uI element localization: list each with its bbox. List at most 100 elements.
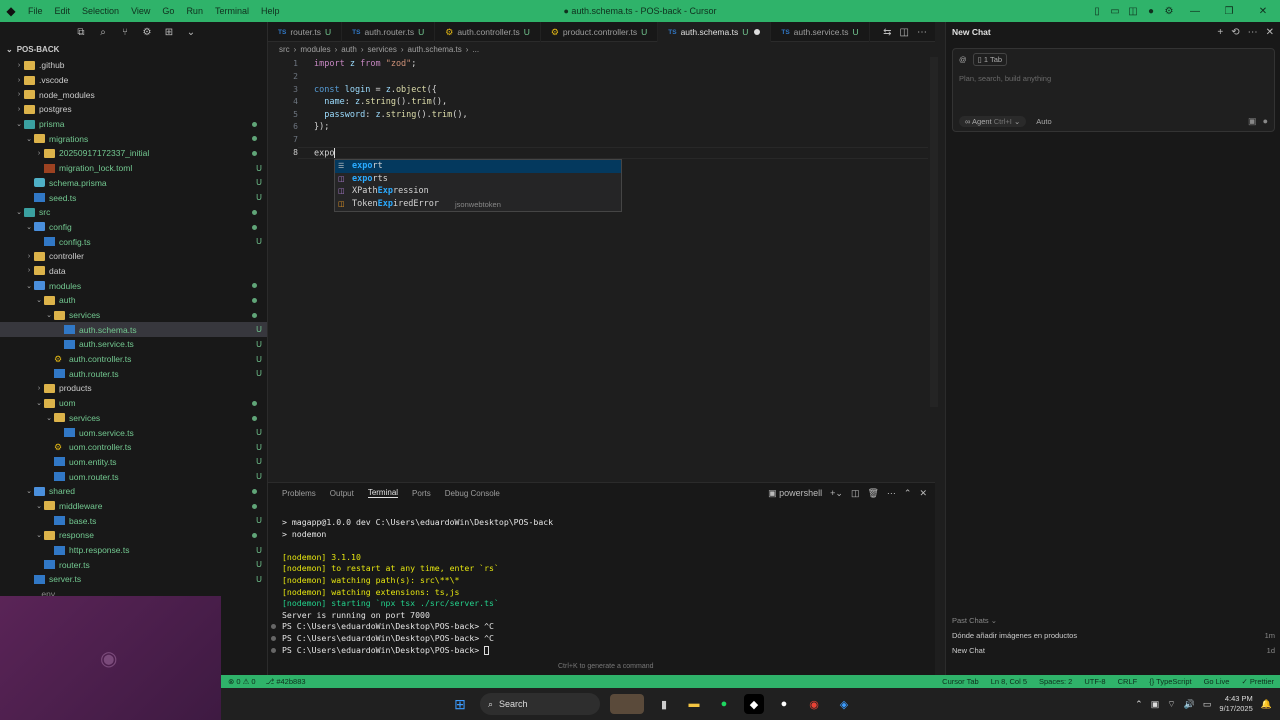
explorer-root-header[interactable]: ⌄ POS-BACK [0,42,267,58]
search-icon[interactable]: ⌕ [96,27,110,38]
breadcrumb-item[interactable]: src [279,43,290,57]
menu-view[interactable]: View [125,0,156,22]
at-icon[interactable]: @ [959,55,967,64]
tree-item[interactable]: config.ts U [0,234,267,249]
tree-item[interactable]: › node_modules [0,87,267,102]
chevron-down-icon[interactable]: ⌄ [184,27,198,38]
split-editor-icon[interactable]: ◫ [900,27,909,38]
image-icon[interactable]: ▣ [1248,116,1257,127]
file-explorer-icon[interactable]: ▬ [684,694,704,714]
panel-tab-ports[interactable]: Ports [412,489,431,498]
tray-app-icon[interactable]: ▣ [1151,699,1160,710]
agent-mode-button[interactable]: ∞ Agent Ctrl+I ⌄ [959,116,1027,127]
menu-file[interactable]: File [22,0,49,22]
tree-item[interactable]: seed.ts U [0,190,267,205]
layout-icon[interactable]: ◫ [1124,6,1142,17]
volume-icon[interactable]: 🔊 [1184,699,1195,710]
status-right-item[interactable]: UTF-8 [1084,677,1105,686]
status-right-item[interactable]: Go Live [1204,677,1230,686]
status-right-item[interactable]: Ln 8, Col 5 [991,677,1027,686]
tree-item[interactable]: uom.entity.ts U [0,455,267,470]
split-terminal-icon[interactable]: ◫ [851,488,860,499]
tree-item[interactable]: › products [0,381,267,396]
tree-item[interactable]: schema.prisma U [0,176,267,191]
status-right-item[interactable]: Spaces: 2 [1039,677,1072,686]
chat-input-box[interactable]: @ ▯ 1 Tab Plan, search, build anything ∞… [952,48,1275,132]
toggle-panel-icon[interactable]: ▭ [1106,6,1124,17]
panel-tab-output[interactable]: Output [330,489,354,498]
suggestion-item[interactable]: ◫ exports [335,173,621,186]
tree-item[interactable]: ⌄ modules [0,278,267,293]
cursor-app-icon[interactable]: ◆ [744,694,764,714]
tree-item[interactable]: server.ts U [0,572,267,587]
breadcrumb-item[interactable]: auth [341,43,357,57]
close-icon[interactable]: ✕ [1266,27,1274,38]
tree-item[interactable]: uom.service.ts U [0,425,267,440]
task-view-icon[interactable]: ▮ [654,694,674,714]
breadcrumb-item[interactable]: auth.schema.ts [408,43,462,57]
tree-item[interactable]: uom.router.ts U [0,469,267,484]
tree-item[interactable]: auth.service.ts U [0,337,267,352]
past-chat-item[interactable]: Dónde añadir imágenes en productos 1m [952,631,1275,640]
tab-auth-router-ts[interactable]: TS auth.router.ts U [342,22,436,42]
spotify-icon[interactable]: ● [714,694,734,714]
breadcrumb-item[interactable]: modules [300,43,330,57]
maximize-panel-icon[interactable]: ⌃ [904,488,912,499]
breadcrumb-item[interactable]: ... [472,43,479,57]
account-icon[interactable]: ● [1142,6,1160,17]
tab-auth-schema-ts[interactable]: TS auth.schema.ts U [658,22,772,42]
suggestion-item[interactable]: ☰ export [335,160,621,173]
unsaved-dot-icon[interactable] [754,29,761,35]
github-icon[interactable]: ● [774,694,794,714]
suggestion-item[interactable]: ◫ TokenExpiredError jsonwebtoken [335,198,621,211]
windows-start-icon[interactable]: ⊞ [450,694,470,714]
send-icon[interactable]: ● [1263,116,1268,127]
terminal-shell-icon[interactable]: ▣ powershell [768,488,822,499]
more-icon[interactable]: ⋯ [887,488,896,499]
menu-help[interactable]: Help [255,0,286,22]
tree-item[interactable]: ⚙ uom.controller.ts U [0,440,267,455]
tree-item[interactable]: › 20250917172337_initial [0,146,267,161]
tree-item[interactable]: › data [0,264,267,279]
more-icon[interactable]: ⋯ [1248,27,1258,38]
maximize-button[interactable]: ❐ [1212,6,1246,17]
network-icon[interactable]: ⌔ [1167,699,1175,710]
notification-icon[interactable]: 🔔 [1261,699,1272,710]
taskbar-search[interactable]: ⌕ Search [480,693,600,715]
close-window-button[interactable]: ✕ [1246,6,1280,17]
tree-item[interactable]: router.ts U [0,557,267,572]
tree-item[interactable]: ⌄ services [0,411,267,426]
tree-item[interactable]: ⌄ services [0,308,267,323]
code-editor[interactable]: 1 2 3 4 5 6 7 8 import z from "zod"; const logi… [268,57,928,482]
terminal-output[interactable]: > magapp@1.0.0 dev C:\Users\eduardoWin\D… [282,517,553,656]
tree-item[interactable]: http.response.ts U [0,543,267,558]
chevron-up-icon[interactable]: ⌃ [1135,699,1143,710]
panel-tab-problems[interactable]: Problems [282,489,316,498]
compare-icon[interactable]: ⇆ [883,27,891,38]
status-left-item[interactable]: ⊗ 0 ⚠ 0 [228,677,256,686]
tree-item[interactable]: ⌄ prisma [0,117,267,132]
tree-item[interactable]: ⌄ src [0,205,267,220]
files-icon[interactable]: ⧉ [74,27,88,38]
tree-item[interactable]: ⌄ config [0,220,267,235]
tree-item[interactable]: ⌄ auth [0,293,267,308]
status-right-item[interactable]: ✓ Prettier [1241,677,1274,686]
menu-go[interactable]: Go [156,0,180,22]
tab-product-controller-ts[interactable]: ⚙ product.controller.ts U [541,22,659,42]
panel-tab-terminal[interactable]: Terminal [367,488,399,498]
tree-item[interactable]: auth.router.ts U [0,366,267,381]
tree-item[interactable]: › postgres [0,102,267,117]
tree-item[interactable]: ⌄ response [0,528,267,543]
tree-item[interactable]: ⌄ middleware [0,499,267,514]
menu-terminal[interactable]: Terminal [209,0,255,22]
toggle-sidebar-icon[interactable]: ▯ [1088,6,1106,17]
tree-item[interactable]: › .github [0,58,267,73]
menu-selection[interactable]: Selection [76,0,125,22]
tab-auth-service-ts[interactable]: TS auth.service.ts U [771,22,870,42]
status-right-item[interactable]: Cursor Tab [942,677,979,686]
tree-item[interactable]: › .vscode [0,73,267,88]
new-terminal-icon[interactable]: +⌄ [830,488,843,499]
tree-item[interactable]: ⌄ migrations [0,131,267,146]
suggestion-item[interactable]: ◫ XPathExpression [335,185,621,198]
menu-edit[interactable]: Edit [49,0,77,22]
